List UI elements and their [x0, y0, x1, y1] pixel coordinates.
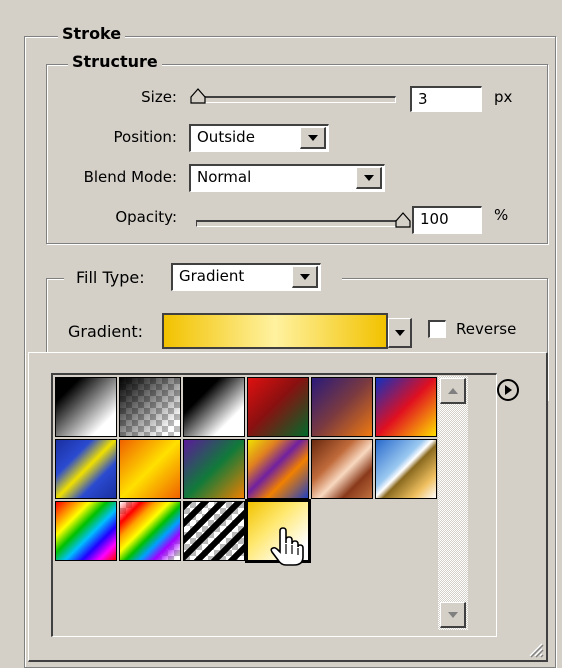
opacity-slider-thumb[interactable] [394, 212, 412, 228]
chevron-down-icon [299, 273, 310, 280]
fill-type-dropdown-button[interactable] [292, 266, 318, 288]
resize-grip-icon[interactable] [526, 640, 544, 658]
scroll-up-button[interactable] [440, 378, 466, 404]
fill-type-label: Fill Type: [76, 268, 145, 287]
gradient-swatch-spectrum[interactable] [55, 501, 117, 561]
opacity-input[interactable]: 100 [412, 206, 482, 234]
position-value: Outside [197, 128, 255, 146]
blend-mode-value: Normal [197, 168, 252, 186]
blend-mode-dropdown-button[interactable] [356, 167, 382, 189]
gradient-swatch-transparent-rainbow[interactable] [119, 501, 181, 561]
position-label: Position: [113, 128, 177, 146]
size-input[interactable]: 3 [410, 86, 482, 112]
gradient-swatch-black-white[interactable] [183, 377, 245, 437]
gradient-dropdown-button[interactable] [388, 318, 412, 348]
gradient-preview[interactable] [162, 313, 388, 349]
gradient-swatch-violet-orange[interactable] [311, 377, 373, 437]
reverse-checkbox[interactable] [428, 320, 446, 338]
fill-type-value: Gradient [179, 267, 245, 285]
hand-cursor-icon [270, 527, 304, 566]
scroll-down-button[interactable] [440, 602, 466, 628]
opacity-unit: % [494, 206, 509, 224]
gradient-swatch-foreground-to-background[interactable] [55, 377, 117, 437]
opacity-slider-track[interactable] [196, 220, 404, 227]
blend-mode-label: Blend Mode: [83, 168, 177, 186]
reverse-label: Reverse [456, 320, 517, 338]
size-label: Size: [141, 88, 177, 106]
position-dropdown-button[interactable] [300, 127, 326, 149]
gradient-swatch-blue-red-yellow[interactable] [375, 377, 437, 437]
opacity-label: Opacity: [115, 208, 177, 226]
stroke-legend: Stroke [58, 24, 126, 43]
gradient-list-scrollbar[interactable] [438, 376, 468, 630]
gradient-swatch-red-green[interactable] [247, 377, 309, 437]
structure-legend: Structure [68, 52, 162, 71]
right-arrow-circle-icon [497, 379, 519, 401]
chevron-down-icon [363, 174, 374, 181]
gradient-swatch-grid [51, 373, 497, 637]
chevron-down-icon [447, 611, 458, 618]
gradient-swatch-chrome[interactable] [375, 439, 437, 499]
gradient-picker-popup [28, 352, 548, 662]
size-unit: px [494, 88, 513, 106]
gradient-swatch-transparent-stripes[interactable] [183, 501, 245, 561]
gradient-swatch-copper[interactable] [311, 439, 373, 499]
gradient-swatch-yellow-violet-orange-blue[interactable] [247, 439, 309, 499]
chevron-up-icon [447, 387, 458, 394]
gradient-swatch-foreground-to-transparent[interactable] [119, 377, 181, 437]
gradient-label: Gradient: [68, 322, 144, 341]
gradient-swatch-blue-yellow-blue[interactable] [55, 439, 117, 499]
chevron-down-icon [394, 329, 405, 336]
size-slider-thumb[interactable] [189, 88, 207, 104]
gradient-menu-button[interactable] [495, 377, 521, 403]
size-slider-track[interactable] [196, 96, 396, 103]
gradient-swatch-orange-yellow-orange[interactable] [119, 439, 181, 499]
chevron-down-icon [307, 134, 318, 141]
gradient-swatch-violet-green-orange[interactable] [183, 439, 245, 499]
